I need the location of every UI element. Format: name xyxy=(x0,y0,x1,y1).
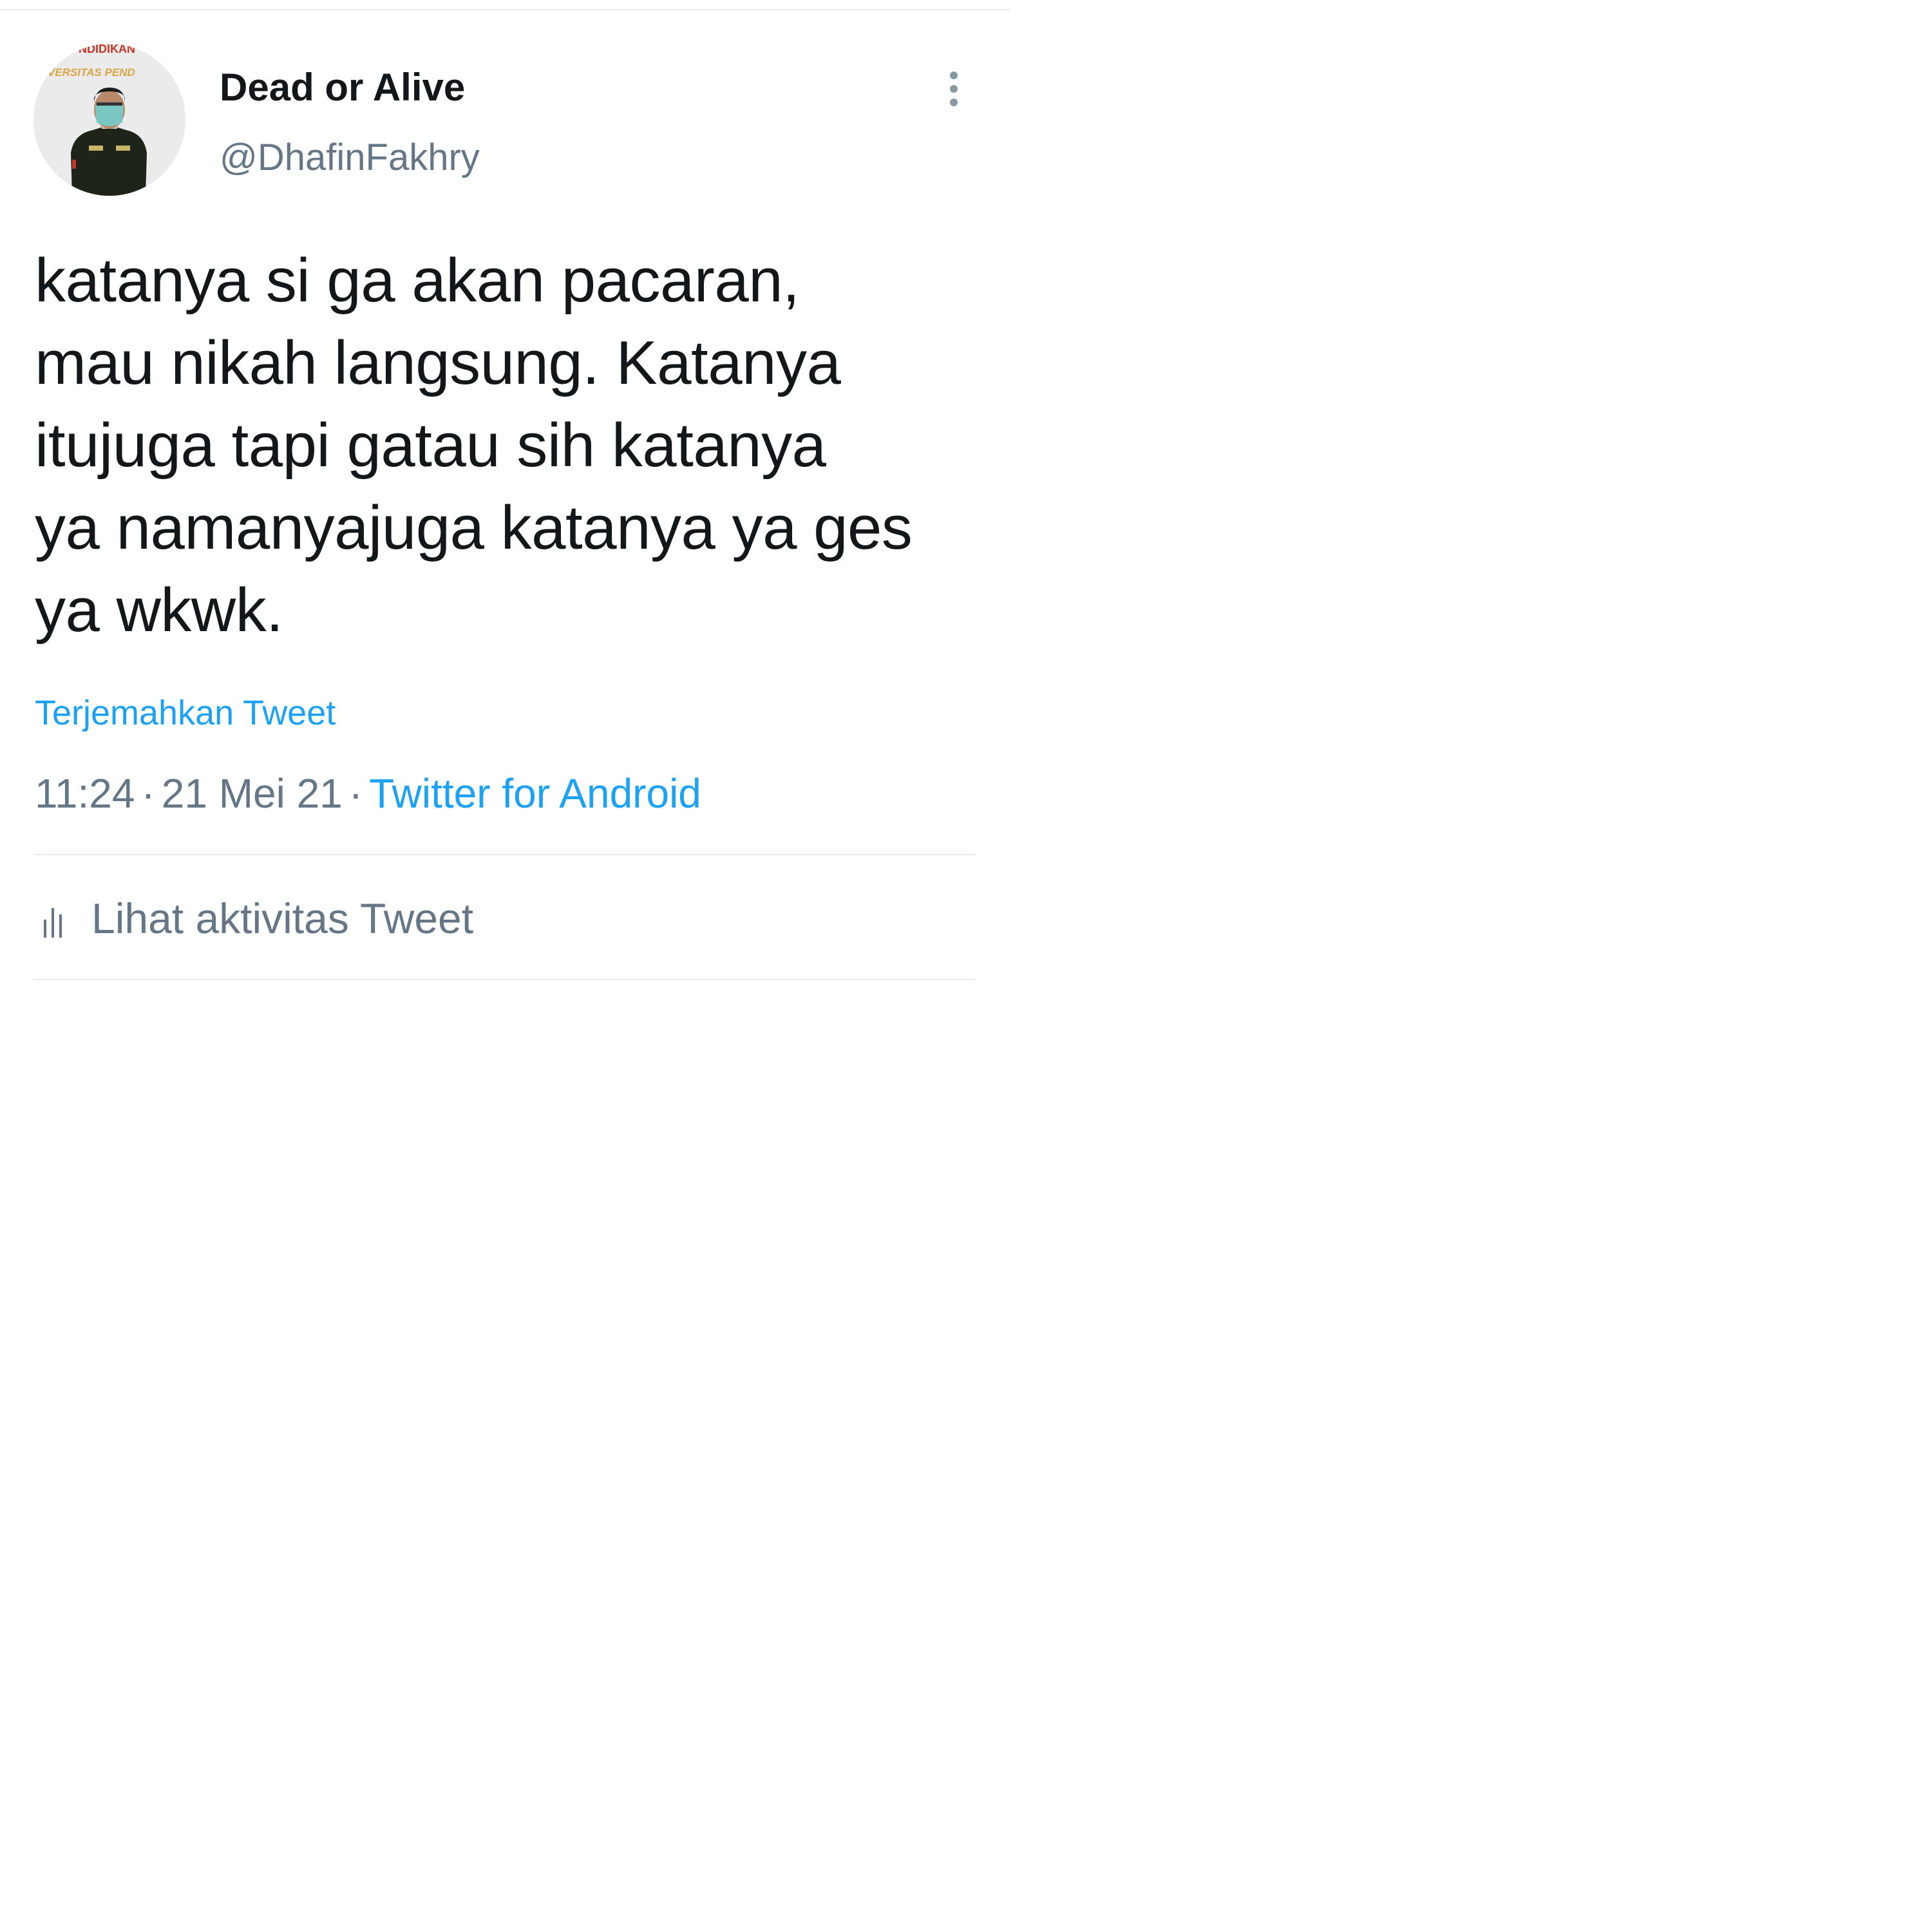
more-vertical-icon-dot xyxy=(950,99,958,106)
avatar-photo: NDIDIKAN VERSITAS PEND xyxy=(33,44,185,196)
username-handle[interactable]: @DhafinFakhry xyxy=(220,132,480,184)
translate-tweet-link[interactable]: Terjemahkan Tweet xyxy=(35,690,336,735)
tweet-text-line: katanya si ga akan pacaran, xyxy=(35,246,800,315)
tweet-text: katanya si ga akan pacaran, mau nikah la… xyxy=(35,240,988,652)
bar-chart-icon xyxy=(39,899,72,938)
avatar-banner-text-1: NDIDIKAN xyxy=(79,44,135,55)
more-vertical-icon-dot xyxy=(950,85,958,93)
tweet-activity-button[interactable]: Lihat aktivitas Tweet xyxy=(39,891,473,945)
tweet-text-line: ya wkwk. xyxy=(35,576,283,645)
tweet-time[interactable]: 11:24 xyxy=(35,770,135,817)
divider xyxy=(33,854,976,855)
avatar[interactable]: NDIDIKAN VERSITAS PEND xyxy=(33,44,185,196)
tweet-text-line: ya namanyajuga katanya ya ges xyxy=(35,493,913,562)
avatar-banner-text-2: VERSITAS PEND xyxy=(48,66,135,79)
tweet-text-line: mau nikah langsung. Katanya xyxy=(35,328,841,397)
separator: · xyxy=(141,770,155,817)
more-options-button[interactable] xyxy=(939,64,969,113)
tweet-text-line: itujuga tapi gatau sih katanya xyxy=(35,411,826,480)
divider xyxy=(33,979,976,980)
display-name[interactable]: Dead or Alive xyxy=(220,62,465,113)
tweet-date[interactable]: 21 Mei 21 xyxy=(162,770,343,817)
top-divider xyxy=(0,9,1010,10)
tweet-source-link[interactable]: Twitter for Android xyxy=(369,770,701,817)
tweet-metadata: 11:24 · 21 Mei 21 · Twitter for Android xyxy=(35,766,701,820)
tweet-activity-label: Lihat aktivitas Tweet xyxy=(91,895,474,942)
separator: · xyxy=(348,770,363,817)
more-vertical-icon xyxy=(950,71,958,79)
